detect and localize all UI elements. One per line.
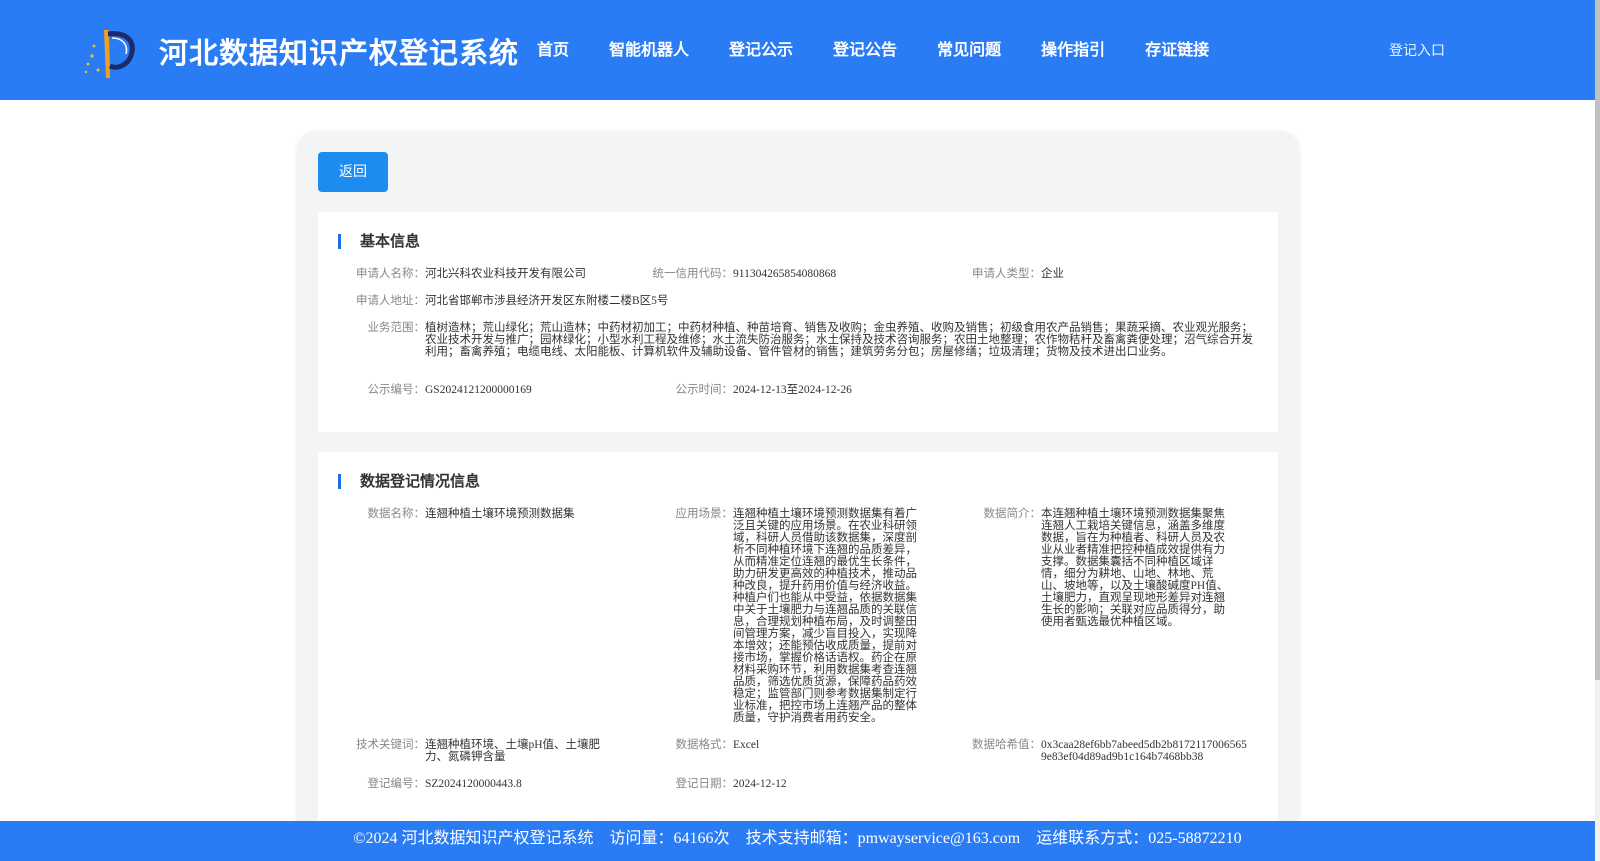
data-intro-value: 本连翘种植土壤环境预测数据集聚焦连翘人工栽培关键信息，涵盖多维度数据，旨在为种植… [1041, 508, 1229, 628]
business-scope-value: 植树造林；荒山绿化；荒山造林；中药材初加工；中药材种植、种苗培育、销售及收购；金… [425, 322, 1253, 358]
nav-home[interactable]: 首页 [537, 36, 569, 60]
page-scrollbar[interactable] [1595, 0, 1600, 861]
credit-code-value: 911304265854080868 [733, 268, 837, 280]
data-name-label: 数据名称： [367, 508, 426, 520]
keywords-label: 技术关键词： [356, 739, 425, 751]
publicity-time-label: 公示时间： [675, 384, 734, 396]
reg-no-label: 登记编号： [367, 778, 426, 790]
publicity-no-label: 公示编号： [367, 384, 426, 396]
credit-code-label: 统一信用代码： [652, 268, 734, 280]
hash-field: 数据哈希值： 0x3caa28ef6bb7abeed5db2b817211700… [972, 739, 1251, 763]
hash-value: 0x3caa28ef6bb7abeed5db2b81721170065659e8… [1041, 739, 1247, 763]
keywords-value: 连翘种植环境、土壤pH值、土壤肥力、氮磷钾含量 [425, 739, 601, 763]
nav-announcement[interactable]: 登记公告 [833, 36, 897, 60]
logo-icon [84, 30, 135, 78]
format-value: Excel [733, 739, 760, 751]
applicant-type-field: 申请人类型： 企业 [972, 268, 1064, 280]
nav-robot[interactable]: 智能机器人 [609, 36, 689, 60]
applicant-name-label: 申请人名称： [356, 268, 425, 280]
page: 河北数据知识产权登记系统 首页 智能机器人 登记公示 登记公告 常见问题 操作指… [0, 0, 1600, 861]
detail-card: 返回 基本信息 申请人名称： 河北兴科农业科技开发有限公司 统一信用代码： 91… [298, 131, 1298, 861]
system-title: 河北数据知识产权登记系统 [159, 36, 520, 70]
back-button[interactable]: 返回 [318, 152, 388, 192]
main-nav: 首页 智能机器人 登记公示 登记公告 常见问题 操作指引 存证链接 [537, 36, 1249, 60]
basic-info-panel: 基本信息 申请人名称： 河北兴科农业科技开发有限公司 统一信用代码： 91130… [318, 212, 1278, 432]
business-scope-label: 业务范围： [367, 322, 426, 334]
reg-date-value: 2024-12-12 [733, 778, 787, 790]
data-intro-field: 数据简介： 本连翘种植土壤环境预测数据集聚焦连翘人工栽培关键信息，涵盖多维度数据… [984, 508, 1235, 628]
format-label: 数据格式： [675, 739, 734, 751]
footer-visits: 访问量：64166次 [609, 830, 730, 847]
footer-phone: 运维联系方式：025-58872210 [1036, 830, 1242, 847]
data-name-field: 数据名称： 连翘种植土壤环境预测数据集 [368, 508, 615, 520]
address-label: 申请人地址： [356, 295, 425, 307]
data-info-panel: 数据登记情况信息 数据名称： 连翘种植土壤环境预测数据集 应用场景： 连翘种植土… [318, 452, 1278, 861]
publicity-no-value: GS2024121200000169 [425, 384, 532, 396]
applicant-name-value: 河北兴科农业科技开发有限公司 [425, 268, 586, 280]
reg-no-value: SZ2024120000443.8 [425, 778, 522, 790]
reg-date-field: 登记日期： 2024-12-12 [676, 778, 787, 790]
business-scope-field: 业务范围： 植树造林；荒山绿化；荒山造林；中药材初加工；中药材种植、种苗培育、销… [368, 322, 1257, 358]
credit-code-field: 统一信用代码： 911304265854080868 [653, 268, 837, 280]
keywords-field: 技术关键词： 连翘种植环境、土壤pH值、土壤肥力、氮磷钾含量 [356, 739, 615, 763]
reg-no-field: 登记编号： SZ2024120000443.8 [368, 778, 522, 790]
applicant-name-field: 申请人名称： 河北兴科农业科技开发有限公司 [356, 268, 586, 280]
publicity-time-field: 公示时间： 2024-12-13至2024-12-26 [676, 384, 852, 396]
scroll-thumb[interactable] [1595, 0, 1600, 680]
section-title-basic: 基本信息 [338, 231, 420, 251]
address-value: 河北省邯郸市涉县经济开发区东附楼二楼B区5号 [425, 295, 669, 307]
footer-copyright: ©2024 河北数据知识产权登记系统 [353, 830, 594, 847]
publicity-time-value: 2024-12-13至2024-12-26 [733, 384, 852, 396]
reg-date-label: 登记日期： [675, 778, 734, 790]
footer-text: ©2024 河北数据知识产权登记系统 访问量：64166次 技术支持邮箱：pmw… [0, 821, 1595, 857]
top-header: 河北数据知识产权登记系统 首页 智能机器人 登记公示 登记公告 常见问题 操作指… [0, 0, 1595, 100]
nav-faq[interactable]: 常见问题 [937, 36, 1001, 60]
login-entry-link[interactable]: 登记入口 [1389, 40, 1445, 60]
nav-evidence-link[interactable]: 存证链接 [1145, 36, 1209, 60]
scenario-label: 应用场景： [675, 508, 734, 520]
address-field: 申请人地址： 河北省邯郸市涉县经济开发区东附楼二楼B区5号 [356, 295, 669, 307]
format-field: 数据格式： Excel [676, 739, 927, 751]
section-title-data: 数据登记情况信息 [338, 471, 480, 491]
applicant-type-label: 申请人类型： [972, 268, 1041, 280]
nav-publicity[interactable]: 登记公示 [729, 36, 793, 60]
scenario-field: 应用场景： 连翘种植土壤环境预测数据集有着广泛且关键的应用场景。在农业科研领域，… [676, 508, 927, 724]
hash-label: 数据哈希值： [972, 739, 1041, 751]
data-intro-label: 数据简介： [983, 508, 1042, 520]
footer-email: 技术支持邮箱：pmwayservice@163.com [745, 830, 1021, 847]
publicity-no-field: 公示编号： GS2024121200000169 [368, 384, 532, 396]
footer-bar: ©2024 河北数据知识产权登记系统 访问量：64166次 技术支持邮箱：pmw… [0, 821, 1595, 861]
applicant-type-value: 企业 [1041, 268, 1064, 280]
data-name-value: 连翘种植土壤环境预测数据集 [425, 508, 575, 520]
scenario-value: 连翘种植土壤环境预测数据集有着广泛且关键的应用场景。在农业科研领域，科研人员借助… [733, 508, 917, 724]
nav-guide[interactable]: 操作指引 [1041, 36, 1105, 60]
